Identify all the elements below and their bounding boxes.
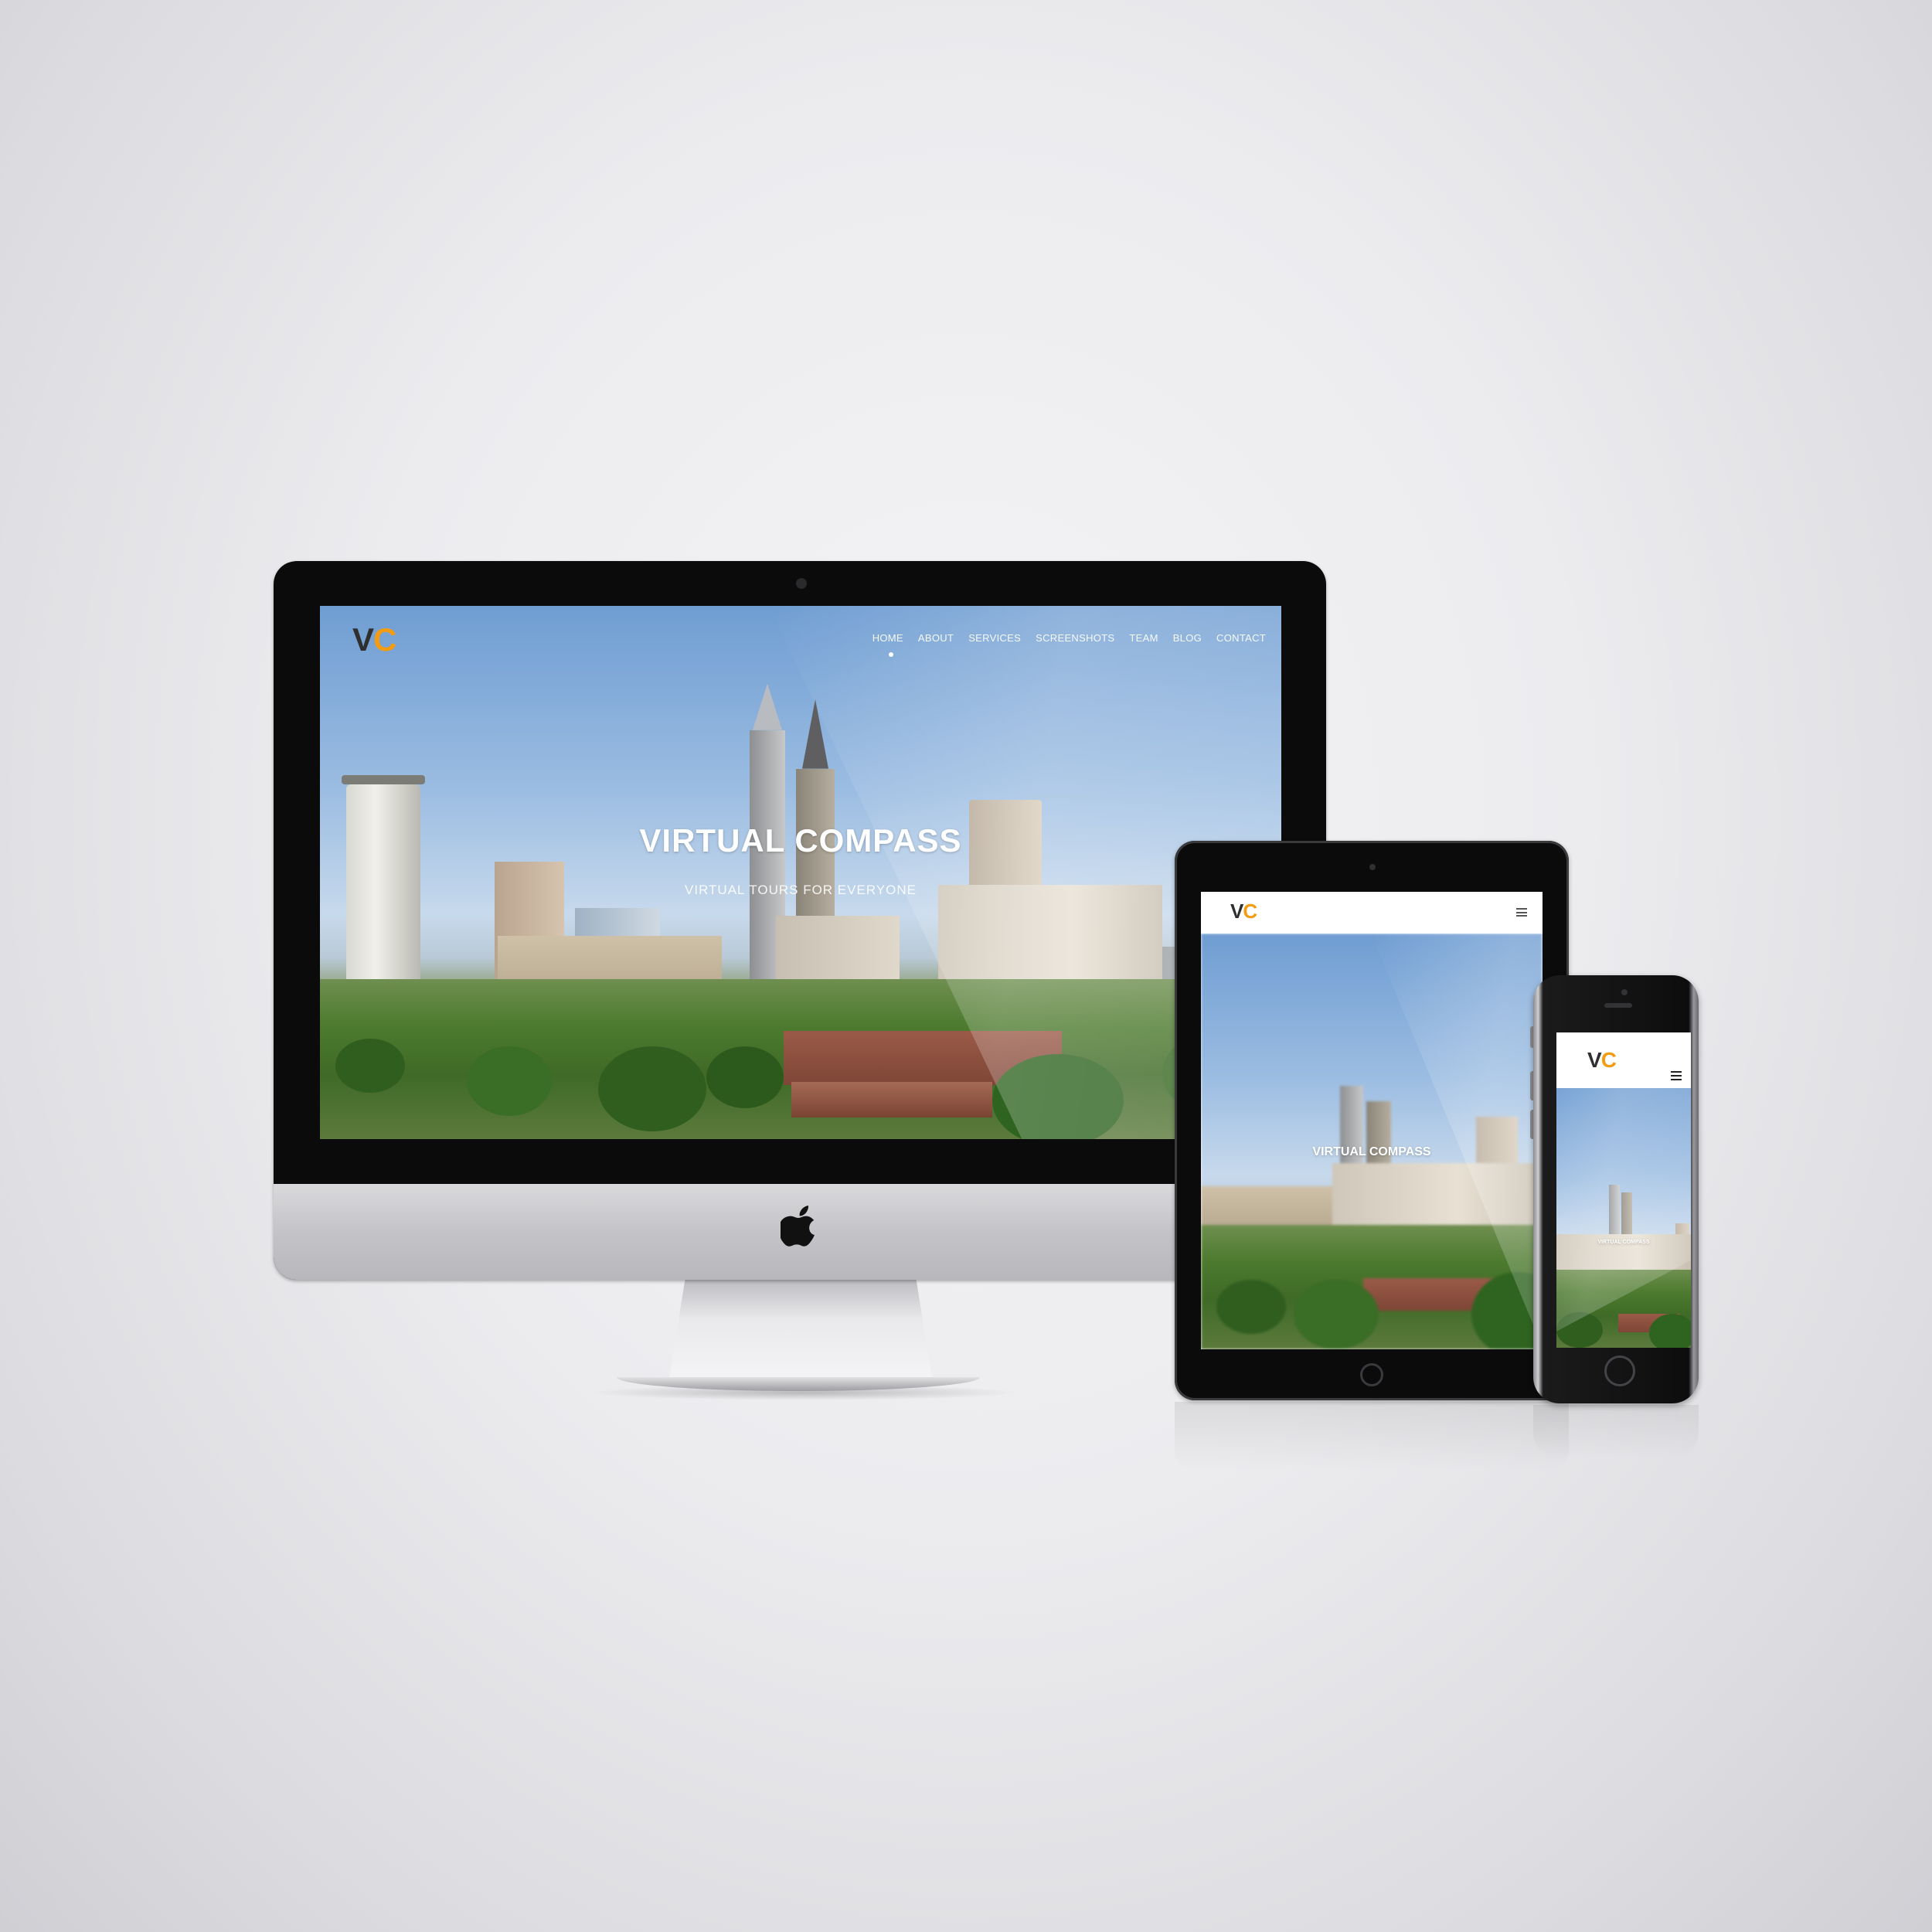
ipad-screen: VC VIRTUAL COMPASS <box>1201 892 1543 1349</box>
nav-services[interactable]: SERVICES <box>968 632 1021 644</box>
iphone-home-button[interactable] <box>1604 1355 1635 1386</box>
ipad-home-button[interactable] <box>1360 1363 1383 1386</box>
iphone-reflection <box>1533 1405 1699 1459</box>
apple-logo-icon <box>781 1206 815 1247</box>
nav-contact[interactable]: CONTACT <box>1216 632 1266 644</box>
ipad-site-logo[interactable]: VC <box>1230 900 1257 923</box>
ipad-hero-photo <box>1201 934 1543 1349</box>
iphone-screen: VC VIRTUAL COMPASS <box>1556 1032 1691 1348</box>
iphone-header: VC <box>1556 1032 1691 1088</box>
nav-blog[interactable]: BLOG <box>1173 632 1202 644</box>
iphone-camera <box>1621 989 1628 995</box>
nav-screenshots[interactable]: SCREENSHOTS <box>1036 632 1114 644</box>
hamburger-menu-icon[interactable] <box>1516 908 1527 917</box>
ipad-hero: VIRTUAL COMPASS <box>1201 934 1543 1349</box>
hero-subtitle: VIRTUAL TOURS FOR EVERYONE <box>685 883 917 897</box>
iphone-site-logo[interactable]: VC <box>1587 1048 1617 1073</box>
logo-letter-c: C <box>1243 900 1257 923</box>
main-nav: HOME ABOUT SERVICES SCREENSHOTS TEAM BLO… <box>872 632 1266 644</box>
ipad-reflection <box>1175 1402 1569 1471</box>
ipad-header: VC <box>1201 892 1543 934</box>
active-nav-indicator <box>889 652 893 657</box>
hamburger-menu-icon[interactable] <box>1671 1071 1682 1080</box>
ipad-hero-title: VIRTUAL COMPASS <box>1312 1145 1431 1158</box>
iphone-hero: VIRTUAL COMPASS <box>1556 1088 1691 1348</box>
site-logo[interactable]: VC <box>352 621 396 658</box>
hero-title: VIRTUAL COMPASS <box>639 822 962 859</box>
logo-letter-v: V <box>1230 900 1243 923</box>
iphone-hero-title: VIRTUAL COMPASS <box>1597 1240 1650 1245</box>
logo-letter-c: C <box>373 621 396 658</box>
iphone-hero-photo <box>1556 1088 1691 1348</box>
logo-letter-c: C <box>1600 1048 1617 1072</box>
nav-home[interactable]: HOME <box>872 632 903 644</box>
hero-background-photo <box>320 606 1281 1139</box>
iphone-speaker <box>1604 1003 1632 1008</box>
imac-stand-neck <box>669 1280 932 1379</box>
nav-team[interactable]: TEAM <box>1129 632 1158 644</box>
logo-letter-v: V <box>1587 1048 1602 1072</box>
logo-letter-v: V <box>352 621 374 658</box>
imac-camera <box>796 578 807 589</box>
nav-about[interactable]: ABOUT <box>918 632 954 644</box>
ipad-camera <box>1369 864 1376 870</box>
imac-screen: VC HOME ABOUT SERVICES SCREENSHOTS TEAM … <box>320 606 1281 1139</box>
